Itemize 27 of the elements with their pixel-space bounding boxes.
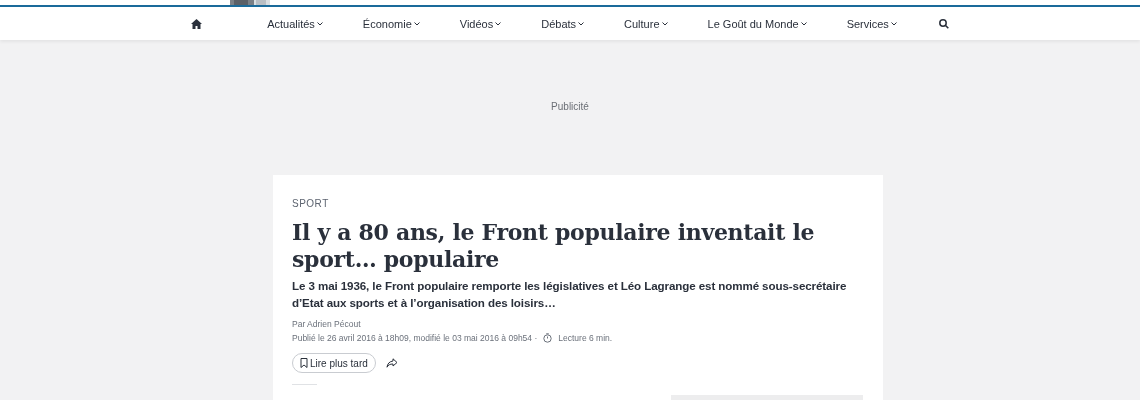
caret-icon — [495, 21, 502, 26]
bookmark-icon — [300, 358, 308, 368]
nav-link[interactable]: Vidéos — [459, 17, 502, 30]
author-byline: Par Adrien Pécout — [292, 319, 362, 329]
ad-label: Publicité — [551, 101, 589, 112]
nav-link[interactable]: Économie — [362, 17, 420, 30]
home-icon[interactable] — [191, 18, 203, 29]
section-label: SPORT — [292, 198, 329, 209]
caret-icon — [413, 21, 420, 26]
article-title: Il y a 80 ans, le Front populaire inventait le sport… populaire — [292, 219, 816, 273]
share-icon[interactable] — [385, 358, 398, 368]
read-later-button[interactable]: Lire plus tard — [292, 353, 376, 373]
caret-icon — [578, 21, 585, 26]
nav-link[interactable]: Actualités — [267, 17, 323, 30]
publish-dates: Publié le 26 avril 2016 à 18h09, modifié le 03 mai 2016 à 09h54 · — [292, 333, 538, 343]
caret-icon — [316, 21, 323, 26]
search-icon[interactable] — [938, 18, 949, 29]
article-lead: Le 3 mai 1936, le Front populaire remporte les législatives et Léo Lagrange est nommé sous-secrétaire d’Etat aux sports et à l’organisation des loisirs… — [292, 278, 848, 311]
nav-link[interactable]: Culture — [624, 17, 668, 30]
caret-icon — [890, 21, 897, 26]
caret-icon — [800, 21, 807, 26]
nav-link[interactable]: Services — [846, 17, 897, 30]
reading-time: Lecture 6 min. — [558, 333, 613, 343]
timer-icon — [543, 333, 553, 343]
caret-icon — [661, 21, 668, 26]
nav-link[interactable]: Le Goût du Monde — [707, 17, 807, 30]
nav-link[interactable]: Débats — [541, 17, 585, 30]
